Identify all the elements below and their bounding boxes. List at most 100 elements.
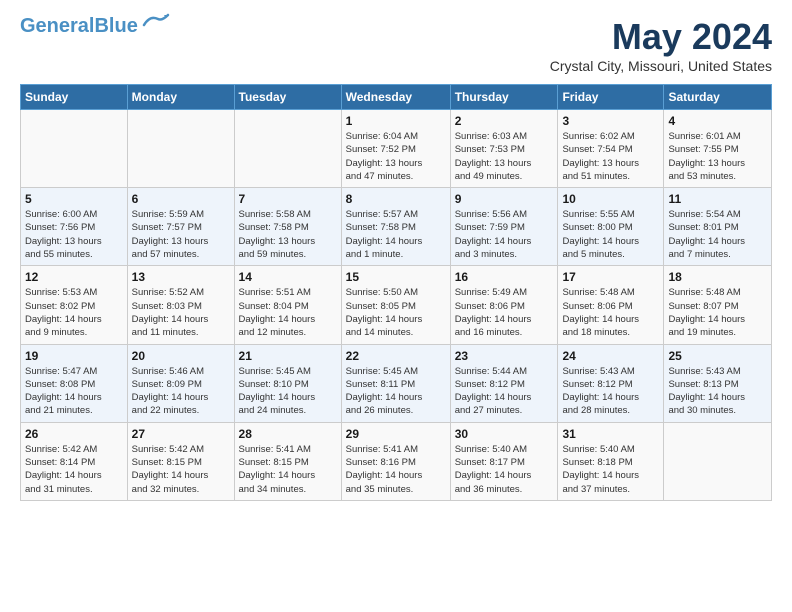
- day-info: Sunrise: 5:57 AMSunset: 7:58 PMDaylight:…: [346, 208, 446, 261]
- day-info: Sunrise: 6:00 AMSunset: 7:56 PMDaylight:…: [25, 208, 123, 261]
- day-number: 5: [25, 192, 123, 206]
- calendar-cell: 23 Sunrise: 5:44 AMSunset: 8:12 PMDayligh…: [450, 344, 558, 422]
- calendar-cell: 29 Sunrise: 5:41 AMSunset: 8:16 PMDayligh…: [341, 422, 450, 500]
- day-number: 9: [455, 192, 554, 206]
- day-number: 3: [562, 114, 659, 128]
- calendar-cell: 9Sunrise: 5:56 AMSunset: 7:59 PMDaylight…: [450, 188, 558, 266]
- day-number: 14: [239, 270, 337, 284]
- calendar-cell: 5 Sunrise: 6:00 AMSunset: 7:56 PMDaylight…: [21, 188, 128, 266]
- calendar-week-row: 5 Sunrise: 6:00 AMSunset: 7:56 PMDaylight…: [21, 188, 772, 266]
- calendar-cell: 20 Sunrise: 5:46 AMSunset: 8:09 PMDayligh…: [127, 344, 234, 422]
- calendar-cell: 7Sunrise: 5:58 AMSunset: 7:58 PMDaylight…: [234, 188, 341, 266]
- day-number: 17: [562, 270, 659, 284]
- calendar-cell: 15 Sunrise: 5:50 AMSunset: 8:05 PMDayligh…: [341, 266, 450, 344]
- calendar-cell: 2 Sunrise: 6:03 AMSunset: 7:53 PMDaylight…: [450, 110, 558, 188]
- calendar-week-row: 19 Sunrise: 5:47 AMSunset: 8:08 PMDayligh…: [21, 344, 772, 422]
- day-number: 18: [668, 270, 767, 284]
- day-info: Sunrise: 5:48 AMSunset: 8:07 PMDaylight:…: [668, 286, 767, 339]
- calendar-cell: 13 Sunrise: 5:52 AMSunset: 8:03 PMDayligh…: [127, 266, 234, 344]
- day-info: Sunrise: 5:42 AMSunset: 8:14 PMDaylight:…: [25, 443, 123, 496]
- day-number: 10: [562, 192, 659, 206]
- calendar-cell: 25 Sunrise: 5:43 AMSunset: 8:13 PMDayligh…: [664, 344, 772, 422]
- day-number: 31: [562, 427, 659, 441]
- day-number: 21: [239, 349, 337, 363]
- day-number: 6: [132, 192, 230, 206]
- calendar-cell: 27Sunrise: 5:42 AMSunset: 8:15 PMDayligh…: [127, 422, 234, 500]
- day-info: Sunrise: 5:55 AMSunset: 8:00 PMDaylight:…: [562, 208, 659, 261]
- calendar-cell: 31 Sunrise: 5:40 AMSunset: 8:18 PMDayligh…: [558, 422, 664, 500]
- day-number: 13: [132, 270, 230, 284]
- calendar-cell: 12Sunrise: 5:53 AMSunset: 8:02 PMDayligh…: [21, 266, 128, 344]
- day-info: Sunrise: 5:54 AMSunset: 8:01 PMDaylight:…: [668, 208, 767, 261]
- column-header-thursday: Thursday: [450, 85, 558, 110]
- day-number: 1: [346, 114, 446, 128]
- logo: GeneralBlue: [20, 16, 170, 36]
- day-number: 28: [239, 427, 337, 441]
- column-header-wednesday: Wednesday: [341, 85, 450, 110]
- page-header: GeneralBlue May 2024 Crystal City, Misso…: [20, 16, 772, 74]
- calendar-cell: 19 Sunrise: 5:47 AMSunset: 8:08 PMDayligh…: [21, 344, 128, 422]
- day-info: Sunrise: 6:01 AMSunset: 7:55 PMDaylight:…: [668, 130, 767, 183]
- column-header-friday: Friday: [558, 85, 664, 110]
- calendar-cell: 22Sunrise: 5:45 AMSunset: 8:11 PMDayligh…: [341, 344, 450, 422]
- calendar-week-row: 26 Sunrise: 5:42 AMSunset: 8:14 PMDayligh…: [21, 422, 772, 500]
- day-number: 23: [455, 349, 554, 363]
- day-number: 30: [455, 427, 554, 441]
- day-number: 26: [25, 427, 123, 441]
- month-title: May 2024: [550, 16, 772, 58]
- day-number: 2: [455, 114, 554, 128]
- calendar-table: SundayMondayTuesdayWednesdayThursdayFrid…: [20, 84, 772, 501]
- day-number: 11: [668, 192, 767, 206]
- logo-bird-icon: [142, 13, 170, 31]
- day-number: 15: [346, 270, 446, 284]
- calendar-cell: 14 Sunrise: 5:51 AMSunset: 8:04 PMDayligh…: [234, 266, 341, 344]
- calendar-cell: 3 Sunrise: 6:02 AMSunset: 7:54 PMDaylight…: [558, 110, 664, 188]
- day-number: 29: [346, 427, 446, 441]
- day-info: Sunrise: 5:47 AMSunset: 8:08 PMDaylight:…: [25, 365, 123, 418]
- day-info: Sunrise: 5:40 AMSunset: 8:17 PMDaylight:…: [455, 443, 554, 496]
- calendar-cell: 26 Sunrise: 5:42 AMSunset: 8:14 PMDayligh…: [21, 422, 128, 500]
- day-info: Sunrise: 5:40 AMSunset: 8:18 PMDaylight:…: [562, 443, 659, 496]
- calendar-cell: 17Sunrise: 5:48 AMSunset: 8:06 PMDayligh…: [558, 266, 664, 344]
- day-info: Sunrise: 5:41 AMSunset: 8:16 PMDaylight:…: [346, 443, 446, 496]
- day-number: 25: [668, 349, 767, 363]
- day-number: 16: [455, 270, 554, 284]
- calendar-cell: 16 Sunrise: 5:49 AMSunset: 8:06 PMDayligh…: [450, 266, 558, 344]
- day-info: Sunrise: 6:02 AMSunset: 7:54 PMDaylight:…: [562, 130, 659, 183]
- day-number: 20: [132, 349, 230, 363]
- day-info: Sunrise: 6:03 AMSunset: 7:53 PMDaylight:…: [455, 130, 554, 183]
- day-info: Sunrise: 5:49 AMSunset: 8:06 PMDaylight:…: [455, 286, 554, 339]
- calendar-cell: [21, 110, 128, 188]
- calendar-cell: 4Sunrise: 6:01 AMSunset: 7:55 PMDaylight…: [664, 110, 772, 188]
- day-info: Sunrise: 5:44 AMSunset: 8:12 PMDaylight:…: [455, 365, 554, 418]
- day-number: 27: [132, 427, 230, 441]
- day-info: Sunrise: 5:52 AMSunset: 8:03 PMDaylight:…: [132, 286, 230, 339]
- calendar-cell: 30 Sunrise: 5:40 AMSunset: 8:17 PMDayligh…: [450, 422, 558, 500]
- day-number: 24: [562, 349, 659, 363]
- title-block: May 2024 Crystal City, Missouri, United …: [550, 16, 772, 74]
- calendar-cell: [234, 110, 341, 188]
- day-number: 8: [346, 192, 446, 206]
- day-number: 19: [25, 349, 123, 363]
- calendar-cell: 11 Sunrise: 5:54 AMSunset: 8:01 PMDayligh…: [664, 188, 772, 266]
- location: Crystal City, Missouri, United States: [550, 58, 772, 74]
- calendar-cell: 24 Sunrise: 5:43 AMSunset: 8:12 PMDayligh…: [558, 344, 664, 422]
- day-info: Sunrise: 5:53 AMSunset: 8:02 PMDaylight:…: [25, 286, 123, 339]
- day-info: Sunrise: 5:59 AMSunset: 7:57 PMDaylight:…: [132, 208, 230, 261]
- calendar-cell: 18 Sunrise: 5:48 AMSunset: 8:07 PMDayligh…: [664, 266, 772, 344]
- day-info: Sunrise: 5:50 AMSunset: 8:05 PMDaylight:…: [346, 286, 446, 339]
- column-header-saturday: Saturday: [664, 85, 772, 110]
- day-info: Sunrise: 5:43 AMSunset: 8:13 PMDaylight:…: [668, 365, 767, 418]
- day-info: Sunrise: 5:46 AMSunset: 8:09 PMDaylight:…: [132, 365, 230, 418]
- calendar-cell: 8 Sunrise: 5:57 AMSunset: 7:58 PMDaylight…: [341, 188, 450, 266]
- day-number: 22: [346, 349, 446, 363]
- day-info: Sunrise: 5:51 AMSunset: 8:04 PMDaylight:…: [239, 286, 337, 339]
- day-info: Sunrise: 5:58 AMSunset: 7:58 PMDaylight:…: [239, 208, 337, 261]
- calendar-cell: 6 Sunrise: 5:59 AMSunset: 7:57 PMDaylight…: [127, 188, 234, 266]
- calendar-cell: 28Sunrise: 5:41 AMSunset: 8:15 PMDayligh…: [234, 422, 341, 500]
- calendar-header-row: SundayMondayTuesdayWednesdayThursdayFrid…: [21, 85, 772, 110]
- day-info: Sunrise: 5:43 AMSunset: 8:12 PMDaylight:…: [562, 365, 659, 418]
- column-header-sunday: Sunday: [21, 85, 128, 110]
- calendar-week-row: 1Sunrise: 6:04 AMSunset: 7:52 PMDaylight…: [21, 110, 772, 188]
- calendar-cell: [127, 110, 234, 188]
